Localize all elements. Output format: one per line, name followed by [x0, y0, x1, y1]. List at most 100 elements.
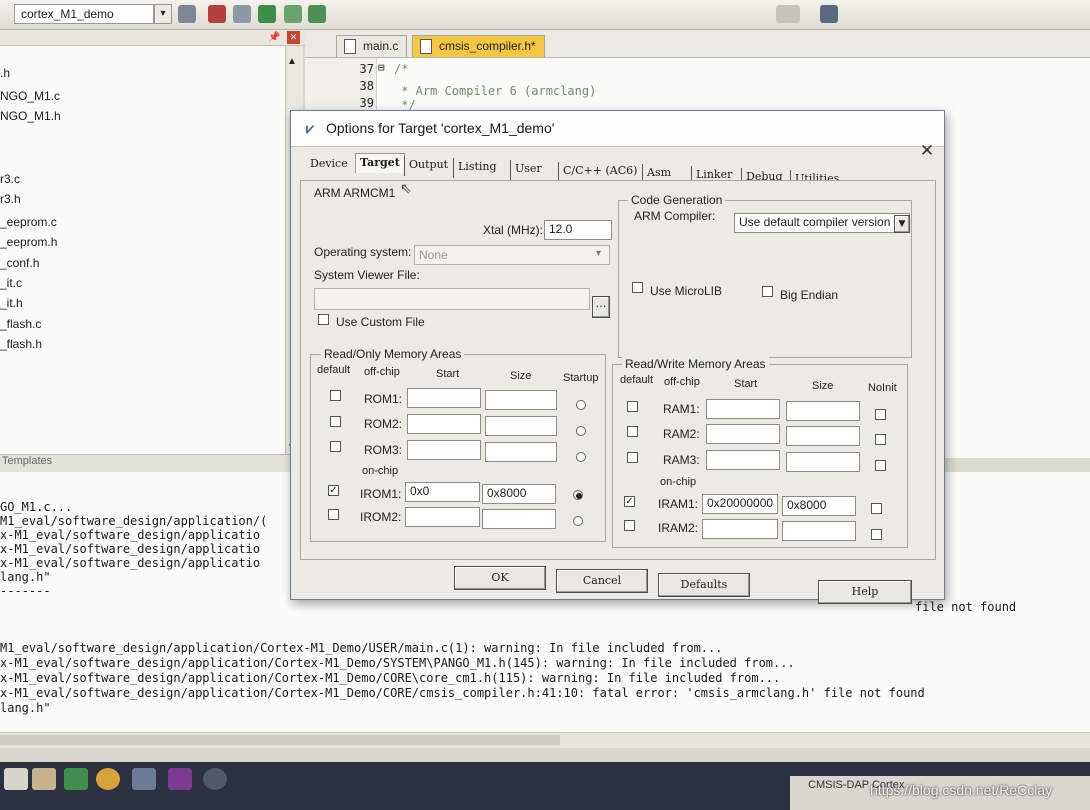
irom1-start-input[interactable]: 0x0 [405, 482, 480, 502]
os-select[interactable]: None [414, 245, 610, 265]
project-file[interactable]: _eeprom.c [0, 215, 57, 229]
project-file[interactable]: _eeprom.h [0, 235, 57, 249]
scroll-up-icon[interactable]: ▲ [287, 56, 297, 67]
manage-project-icon[interactable] [208, 5, 226, 23]
iram1-noinit-checkbox[interactable] [871, 503, 882, 514]
spreadsheet-icon[interactable] [64, 768, 88, 790]
tab-listing[interactable]: Listing [453, 158, 497, 178]
iram1-start-input[interactable]: 0x20000000 [702, 494, 778, 514]
project-file[interactable]: _it.h [0, 296, 23, 310]
ram2-start-input[interactable] [706, 424, 780, 444]
scroll-thumb[interactable] [0, 735, 560, 745]
tab-user[interactable]: User [510, 160, 542, 180]
manage-runtime-icon[interactable] [308, 5, 326, 23]
irom2-startup-radio[interactable] [573, 516, 583, 526]
irom2-size-input[interactable] [482, 509, 556, 529]
project-file[interactable]: _flash.h [0, 337, 42, 351]
select-packs-icon[interactable] [258, 5, 276, 23]
rom1-startup-radio[interactable] [576, 400, 586, 410]
xtal-input[interactable]: 12.0 [544, 220, 612, 240]
output-line-fragment: file not found [915, 600, 1017, 614]
ram1-noinit-checkbox[interactable] [875, 409, 886, 420]
ram2-noinit-checkbox[interactable] [875, 434, 886, 445]
project-file[interactable]: _conf.h [0, 256, 39, 270]
rom3-size-input[interactable] [485, 442, 557, 462]
chevron-down-icon[interactable]: ▼ [894, 215, 910, 233]
target-select[interactable]: cortex_M1_demo [14, 4, 154, 24]
compiler-select[interactable]: Use default compiler version 6 [734, 213, 910, 233]
cancel-button[interactable]: Cancel [556, 569, 648, 593]
window-layout-icon[interactable] [776, 5, 800, 23]
close-icon[interactable]: ✕ [287, 31, 300, 44]
rom2-start-input[interactable] [407, 414, 481, 434]
iram2-noinit-checkbox[interactable] [871, 529, 882, 540]
keil-icon[interactable] [132, 768, 156, 790]
rom3-start-input[interactable] [407, 440, 481, 460]
file-explorer-icon[interactable] [4, 768, 28, 790]
project-file[interactable]: .h [0, 66, 10, 80]
rom2-size-input[interactable] [485, 416, 557, 436]
chevron-down-icon[interactable]: ▾ [596, 248, 601, 259]
rom2-default-checkbox[interactable] [330, 416, 341, 427]
browse-button[interactable]: … [592, 296, 610, 318]
rom1-default-checkbox[interactable] [330, 390, 341, 401]
rom1-start-input[interactable] [407, 388, 481, 408]
ok-button[interactable]: OK [454, 566, 546, 590]
irom2-start-input[interactable] [405, 507, 480, 527]
browser-icon[interactable] [96, 768, 120, 790]
ram2-size-input[interactable] [786, 426, 860, 446]
iram2-start-input[interactable] [702, 519, 778, 539]
iram2-size-input[interactable] [782, 521, 856, 541]
tab-output[interactable]: Output [404, 156, 448, 176]
ram3-noinit-checkbox[interactable] [875, 460, 886, 471]
ram3-size-input[interactable] [786, 452, 860, 472]
camera-icon[interactable] [203, 768, 227, 790]
tab-cmsis-compiler-h[interactable]: cmsis_compiler.h* [412, 35, 545, 57]
project-file[interactable]: _flash.c [0, 317, 41, 331]
ram1-start-input[interactable] [706, 399, 780, 419]
output-line: x-M1_eval/software_design/application/Co… [0, 656, 795, 670]
rom1-size-input[interactable] [485, 390, 557, 410]
ram1-default-checkbox[interactable] [627, 401, 638, 412]
use-custom-file-checkbox[interactable] [318, 314, 329, 325]
ram3-start-input[interactable] [706, 450, 780, 470]
tab-target[interactable]: Target [355, 153, 405, 173]
microlib-checkbox[interactable] [632, 282, 643, 293]
ram1-size-input[interactable] [786, 401, 860, 421]
irom1-default-checkbox[interactable]: ✓ [328, 485, 339, 496]
iram1-size-input[interactable]: 0x8000 [782, 496, 856, 516]
help-button[interactable]: Help [818, 580, 912, 604]
wand-icon[interactable] [178, 5, 196, 23]
tab-main-c[interactable]: main.c [336, 35, 408, 57]
svf-input[interactable] [314, 288, 590, 310]
rom3-startup-radio[interactable] [576, 452, 586, 462]
file-extensions-icon[interactable] [233, 5, 251, 23]
project-file[interactable]: r3.h [0, 192, 21, 206]
fold-marker[interactable]: ⊟ [378, 61, 385, 74]
iram1-default-checkbox[interactable]: ✓ [624, 496, 635, 507]
project-file[interactable]: _it.c [0, 276, 22, 290]
chevron-down-icon[interactable]: ▾ [154, 4, 172, 24]
irom1-size-input[interactable]: 0x8000 [482, 484, 556, 504]
pin-icon[interactable]: 📌 [268, 32, 280, 43]
big-endian-checkbox[interactable] [762, 286, 773, 297]
ram2-default-checkbox[interactable] [627, 426, 638, 437]
app-icon[interactable] [168, 768, 192, 790]
folder-icon[interactable] [32, 768, 56, 790]
rom2-startup-radio[interactable] [576, 426, 586, 436]
configure-icon[interactable] [820, 5, 838, 23]
close-icon[interactable]: ✕ [916, 140, 938, 162]
tab-c-cpp[interactable]: C/C++ (AC6) [558, 162, 637, 182]
defaults-button[interactable]: Defaults [658, 573, 750, 597]
irom2-default-checkbox[interactable] [328, 509, 339, 520]
project-file[interactable]: r3.c [0, 172, 20, 186]
irom1-startup-radio[interactable] [573, 490, 583, 500]
project-file[interactable]: NGO_M1.c [0, 89, 60, 103]
ram3-default-checkbox[interactable] [627, 452, 638, 463]
tab-device[interactable]: Device [310, 155, 348, 175]
rom3-default-checkbox[interactable] [330, 441, 341, 452]
project-file[interactable]: NGO_M1.h [0, 109, 61, 123]
pack-installer-icon[interactable] [284, 5, 302, 23]
tab-templates[interactable]: Templates [2, 455, 52, 467]
iram2-default-checkbox[interactable] [624, 520, 635, 531]
